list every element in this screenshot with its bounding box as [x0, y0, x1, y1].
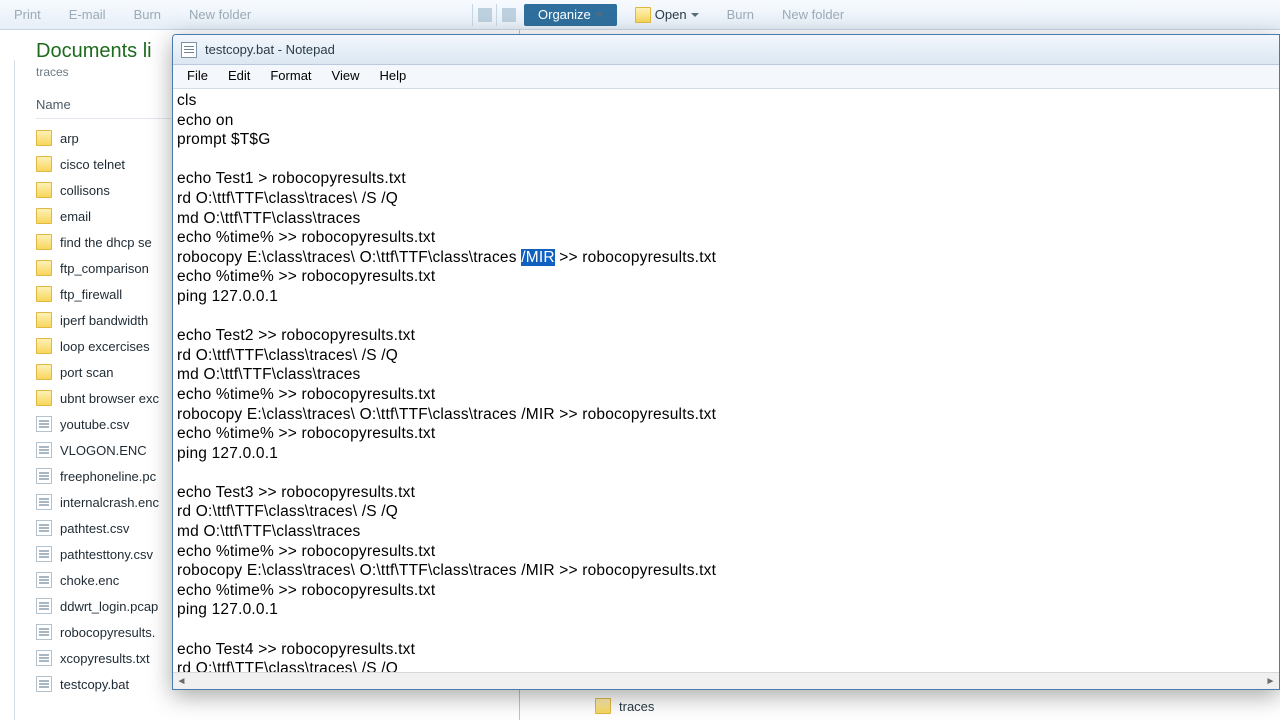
file-name: cisco telnet: [60, 157, 125, 172]
folder-icon: [36, 312, 52, 328]
folder-icon: [36, 364, 52, 380]
enc-icon: [36, 494, 52, 510]
file-name: pathtest.csv: [60, 521, 129, 536]
notepad-titlebar[interactable]: testcopy.bat - Notepad: [173, 35, 1279, 65]
folder-icon: [635, 7, 651, 23]
chevron-down-icon: [595, 13, 603, 17]
file-name: youtube.csv: [60, 417, 129, 432]
notepad-icon: [181, 42, 197, 58]
chevron-down-icon: [691, 13, 699, 17]
folder-icon: [36, 156, 52, 172]
notepad-horizontal-scrollbar[interactable]: ◄ ►: [173, 672, 1279, 689]
file-name: port scan: [60, 365, 113, 380]
folder-icon: [36, 208, 52, 224]
file-name: ddwrt_login.pcap: [60, 599, 158, 614]
txt-icon: [36, 624, 52, 640]
file-name: robocopyresults.: [60, 625, 155, 640]
bat-icon: [36, 676, 52, 692]
file-name: loop excercises: [60, 339, 150, 354]
enc-icon: [36, 572, 52, 588]
file-name: ftp_comparison: [60, 261, 149, 276]
new-folder-button-right[interactable]: New folder: [768, 0, 858, 29]
notepad-window: testcopy.bat - Notepad File Edit Format …: [172, 34, 1280, 690]
file-name: freephoneline.pc: [60, 469, 156, 484]
txt-icon: [36, 650, 52, 666]
menu-file[interactable]: File: [177, 65, 218, 88]
menu-format[interactable]: Format: [260, 65, 321, 88]
file-name: iperf bandwidth: [60, 313, 148, 328]
csv-icon: [36, 520, 52, 536]
folder-icon: [36, 260, 52, 276]
file-name: choke.enc: [60, 573, 119, 588]
menu-help[interactable]: Help: [369, 65, 416, 88]
print-button[interactable]: Print: [0, 0, 55, 29]
pcap-icon: [36, 468, 52, 484]
folder-icon: [36, 338, 52, 354]
file-name: find the dhcp se: [60, 235, 152, 250]
file-name: VLOGON.ENC: [60, 443, 147, 458]
notepad-menubar: File Edit Format View Help: [173, 65, 1279, 89]
folder-icon: [36, 286, 52, 302]
email-button[interactable]: E-mail: [55, 0, 120, 29]
file-name: xcopyresults.txt: [60, 651, 150, 666]
file-name: collisons: [60, 183, 110, 198]
preview-icon: [502, 8, 516, 22]
csv-icon: [36, 546, 52, 562]
file-name: arp: [60, 131, 79, 146]
right-folder-label: traces: [619, 699, 654, 714]
enc-icon: [36, 442, 52, 458]
burn-button-right[interactable]: Burn: [713, 0, 768, 29]
pcap-icon: [36, 598, 52, 614]
folder-icon: [36, 130, 52, 146]
view-mode-dropdown[interactable]: [472, 4, 496, 26]
folder-icon: [36, 390, 52, 406]
scroll-left-arrow-icon[interactable]: ◄: [173, 673, 190, 690]
folder-icon: [595, 698, 611, 714]
view-icon: [478, 8, 492, 22]
file-name: testcopy.bat: [60, 677, 129, 692]
file-name: ubnt browser exc: [60, 391, 159, 406]
file-name: internalcrash.enc: [60, 495, 159, 510]
explorer-right-toolbar: Organize Open Burn New folder: [520, 0, 1280, 30]
file-name: email: [60, 209, 91, 224]
open-button[interactable]: Open: [621, 0, 713, 29]
new-folder-button[interactable]: New folder: [175, 0, 265, 29]
notepad-text-area[interactable]: cls echo on prompt $T$G echo Test1 > rob…: [173, 89, 1279, 672]
organize-button[interactable]: Organize: [524, 4, 617, 26]
menu-view[interactable]: View: [322, 65, 370, 88]
file-name: ftp_firewall: [60, 287, 122, 302]
preview-pane-toggle[interactable]: [496, 4, 520, 26]
notepad-title: testcopy.bat - Notepad: [205, 42, 335, 57]
csv-icon: [36, 416, 52, 432]
folder-icon: [36, 182, 52, 198]
right-folder-hint[interactable]: traces: [595, 692, 654, 720]
folder-icon: [36, 234, 52, 250]
explorer-left-toolbar: Print E-mail Burn New folder: [0, 0, 520, 30]
scroll-right-arrow-icon[interactable]: ►: [1262, 673, 1279, 690]
burn-button[interactable]: Burn: [120, 0, 175, 29]
file-name: pathtesttony.csv: [60, 547, 153, 562]
menu-edit[interactable]: Edit: [218, 65, 260, 88]
